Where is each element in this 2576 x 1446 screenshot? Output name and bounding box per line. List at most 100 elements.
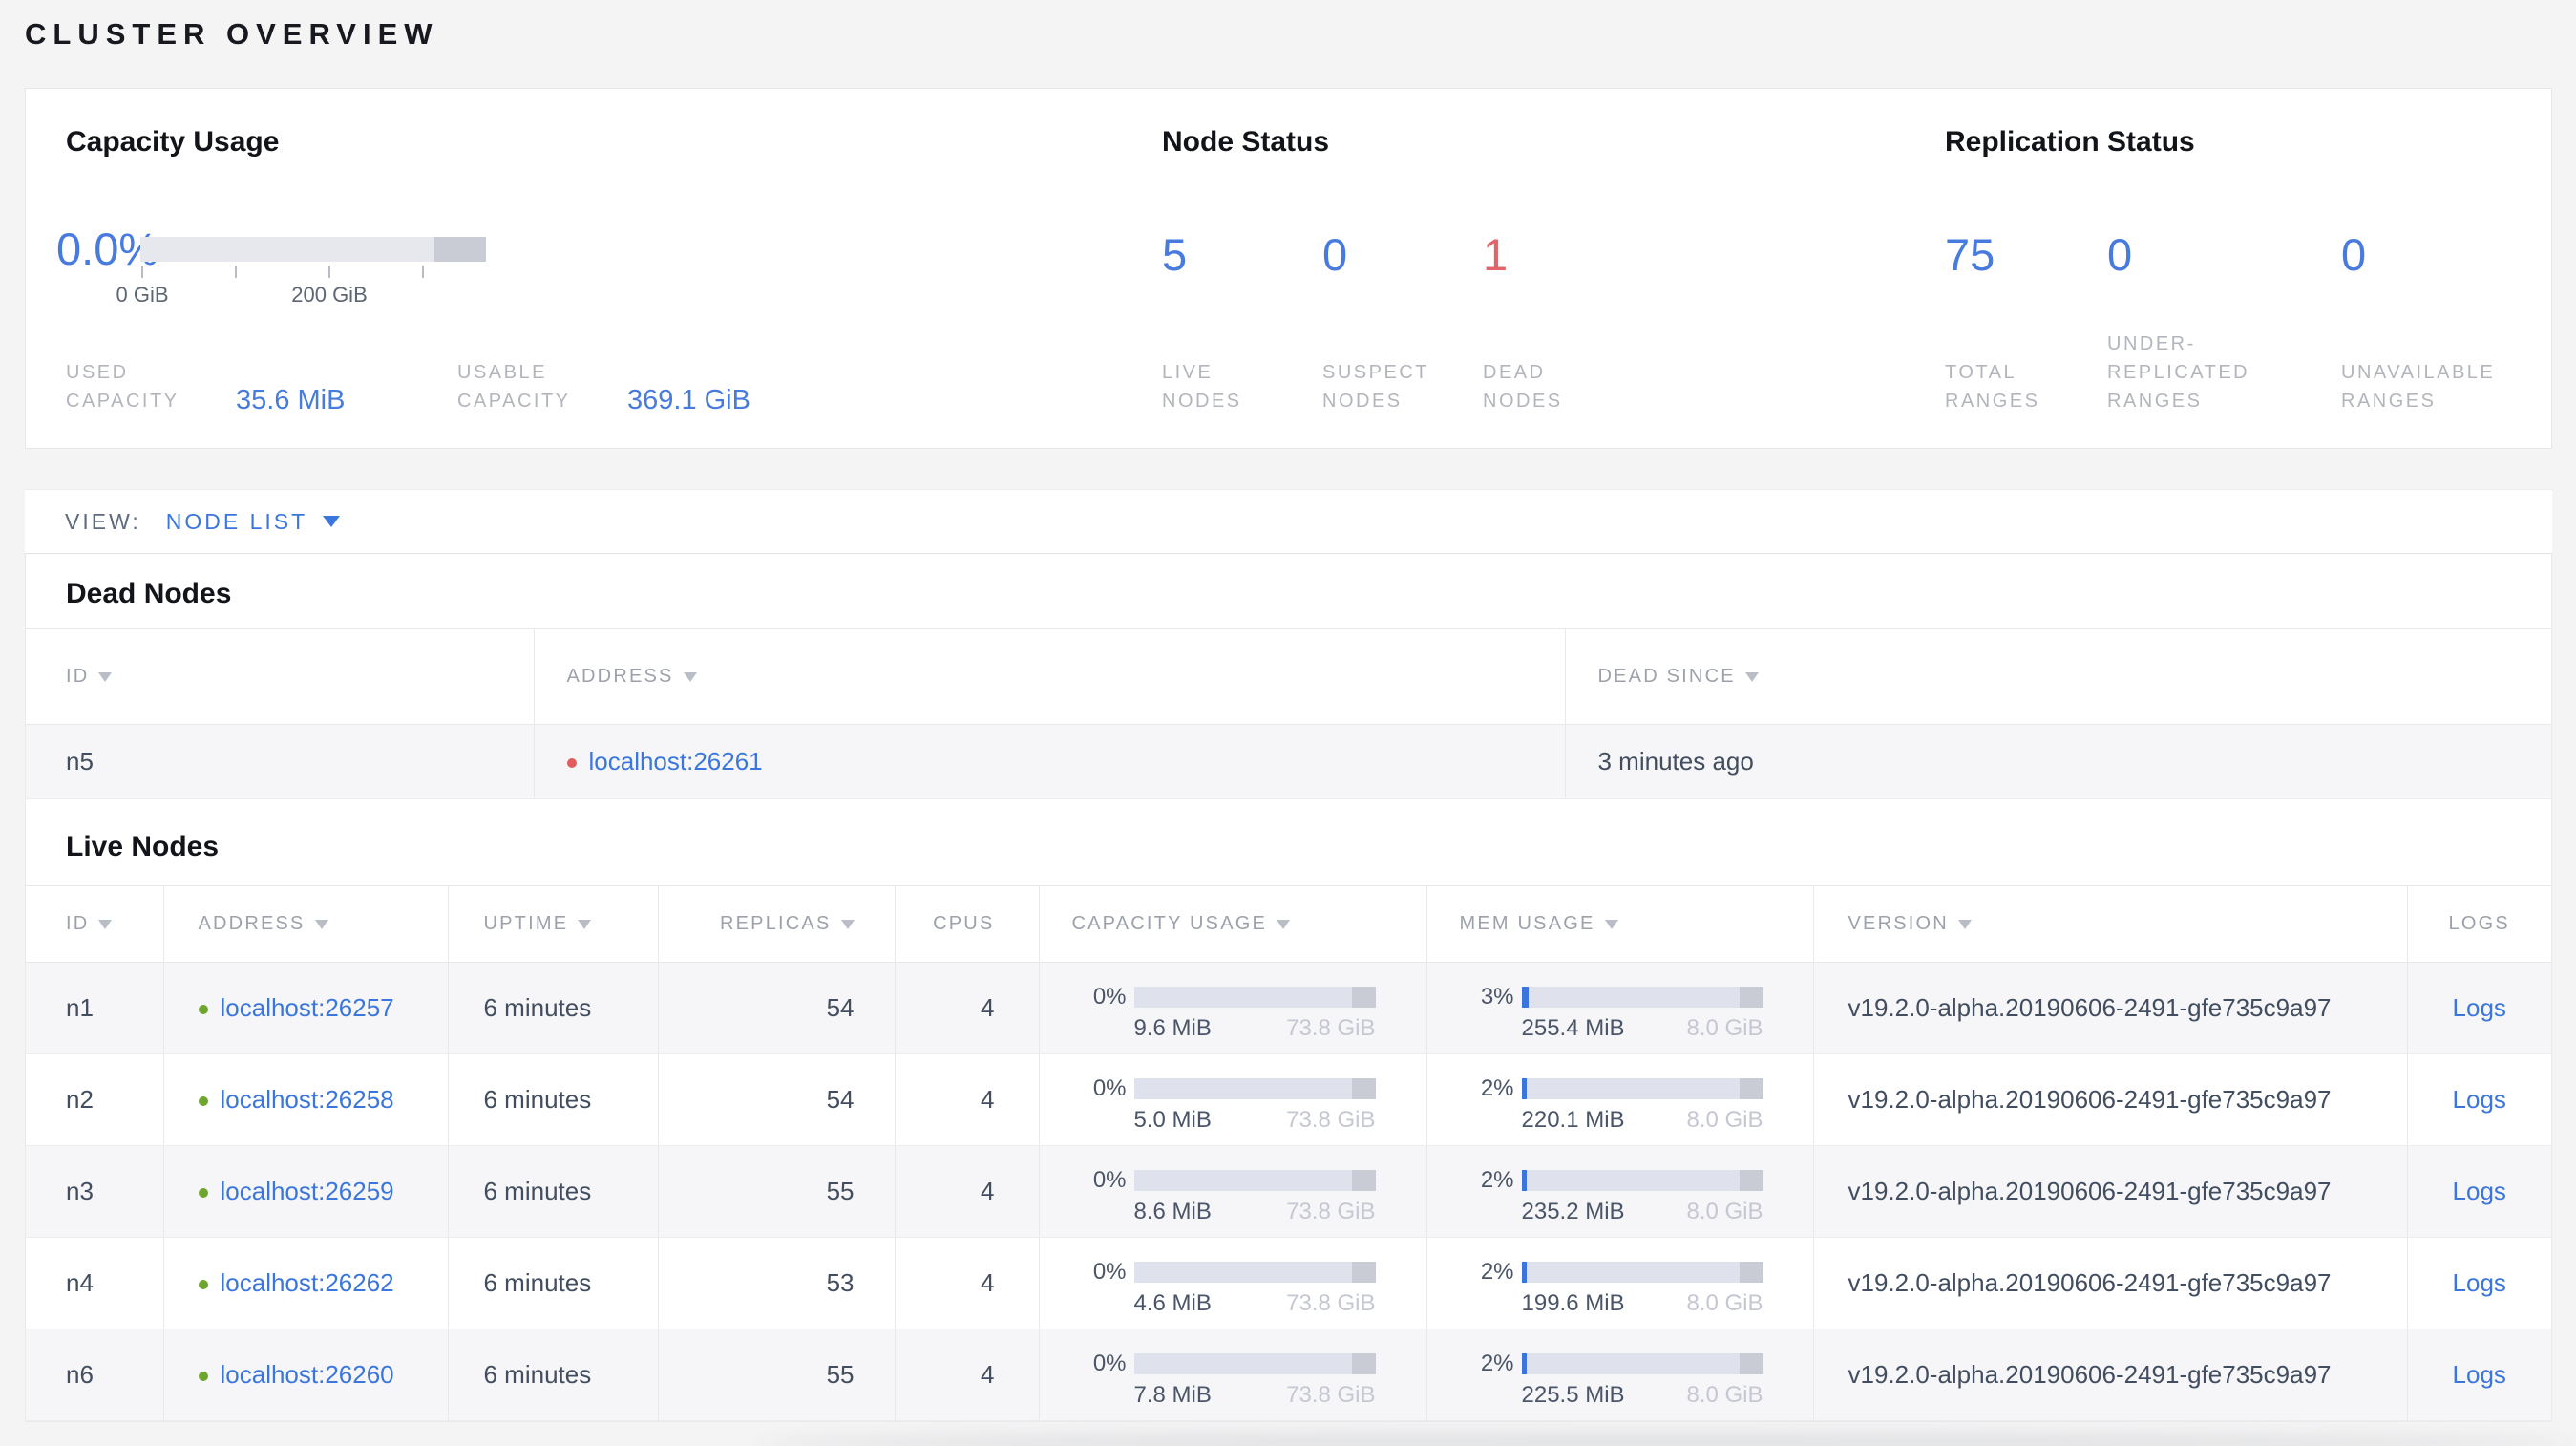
cpus-cell: 4 xyxy=(894,1237,1039,1329)
mem-bar xyxy=(1521,1261,1763,1283)
cpus-cell: 4 xyxy=(894,1053,1039,1146)
capacity-used-value: 8.6 MiB xyxy=(1133,1198,1212,1224)
dead-nodes-label: DEAD NODES xyxy=(1483,362,1563,412)
node-id-cell: n2 xyxy=(26,1053,163,1146)
node-id-cell: n3 xyxy=(26,1145,163,1238)
node-address-link[interactable]: localhost:26260 xyxy=(221,1360,394,1389)
view-dropdown[interactable]: NODE LIST xyxy=(166,509,341,535)
dead-col-address[interactable]: ADDRESS xyxy=(533,628,1565,725)
logs-link[interactable]: Logs xyxy=(2453,1177,2506,1205)
mem-total-value: 8.0 GiB xyxy=(1686,1289,1763,1316)
logs-cell: Logs xyxy=(2406,1145,2551,1238)
dead-col-id[interactable]: ID xyxy=(26,628,534,725)
mem-used-value: 225.5 MiB xyxy=(1521,1381,1625,1408)
sort-arrow-icon xyxy=(98,920,113,929)
logs-link[interactable]: Logs xyxy=(2453,1360,2506,1389)
logs-link[interactable]: Logs xyxy=(2453,993,2506,1022)
used-capacity-label: USED CAPACITY xyxy=(66,362,179,412)
capacity-axis: 0 GiB 200 GiB xyxy=(116,262,486,307)
replication-status-title: Replication Status xyxy=(1945,126,2195,158)
capacity-total-value: 73.8 GiB xyxy=(1286,1014,1376,1041)
live-col-version[interactable]: VERSION xyxy=(1812,885,2407,963)
logs-cell: Logs xyxy=(2406,1237,2551,1329)
table-row: n3 localhost:26259 6 minutes 55 4 0% 8.6… xyxy=(26,1145,2551,1238)
under-replicated-ranges-metric: 0 UNDER-REPLICATED RANGES xyxy=(2107,161,2341,415)
live-col-id[interactable]: ID xyxy=(26,885,163,963)
node-address-link[interactable]: localhost:26259 xyxy=(221,1177,394,1205)
capacity-usage-cell: 0% 9.6 MiB 73.8 GiB xyxy=(1038,962,1426,1054)
node-address-link[interactable]: localhost:26262 xyxy=(221,1268,394,1297)
table-row: n2 localhost:26258 6 minutes 54 4 0% 5.0… xyxy=(26,1053,2551,1146)
axis-tick xyxy=(141,266,143,278)
cpus-cell: 4 xyxy=(894,962,1039,1054)
live-col-address[interactable]: ADDRESS xyxy=(162,885,448,963)
mem-bar xyxy=(1521,1169,1763,1191)
axis-tick xyxy=(422,266,424,278)
cpus-cell: 4 xyxy=(894,1145,1039,1238)
node-address-link[interactable]: localhost:26258 xyxy=(221,1085,394,1114)
node-address-cell: localhost:26260 xyxy=(162,1329,448,1421)
live-col-capacity-usage[interactable]: CAPACITY USAGE xyxy=(1038,885,1426,963)
replicas-cell: 54 xyxy=(657,962,895,1054)
capacity-used-value: 9.6 MiB xyxy=(1133,1014,1212,1041)
mem-usage-cell: 2% 235.2 MiB 8.0 GiB xyxy=(1425,1145,1813,1238)
mem-total-value: 8.0 GiB xyxy=(1686,1198,1763,1224)
capacity-total-value: 73.8 GiB xyxy=(1286,1381,1376,1408)
total-ranges-metric: 75 TOTAL RANGES xyxy=(1945,161,2107,415)
capacity-used-value: 7.8 MiB xyxy=(1133,1381,1212,1408)
live-status-dot-icon xyxy=(198,1005,208,1014)
node-address-link[interactable]: localhost:26257 xyxy=(221,993,394,1022)
live-nodes-count: 5 xyxy=(1162,229,1188,280)
usable-capacity-label: USABLE CAPACITY xyxy=(457,362,571,412)
used-capacity-stat: USED CAPACITY 35.6 MiB xyxy=(66,358,457,415)
node-address-cell: localhost:26257 xyxy=(162,962,448,1054)
table-row: n5 localhost:26261 3 minutes ago xyxy=(26,724,2551,799)
suspect-nodes-count: 0 xyxy=(1322,229,1348,280)
live-col-mem-usage[interactable]: MEM USAGE xyxy=(1425,885,1813,963)
mem-bar xyxy=(1521,986,1763,1008)
table-header-row: ID ADDRESS DEAD SINCE xyxy=(26,628,2551,725)
mem-usage-cell: 2% 220.1 MiB 8.0 GiB xyxy=(1425,1053,1813,1146)
live-col-replicas[interactable]: REPLICAS xyxy=(657,885,895,963)
capacity-percent: 0% xyxy=(1092,1074,1127,1101)
logs-cell: Logs xyxy=(2406,962,2551,1054)
summary-card: Capacity Usage 0.0% 0 GiB 200 GiB USED C… xyxy=(25,88,2552,449)
logs-link[interactable]: Logs xyxy=(2453,1268,2506,1297)
axis-tick-label: 0 GiB xyxy=(116,283,169,307)
capacity-percent: 0% xyxy=(1092,1258,1127,1285)
usable-capacity-value: 369.1 GiB xyxy=(627,385,750,415)
dead-nodes-count: 1 xyxy=(1483,229,1509,280)
live-status-dot-icon xyxy=(198,1372,208,1381)
chevron-down-icon xyxy=(323,516,341,527)
unavailable-ranges-label: UNAVAILABLE RANGES xyxy=(2341,362,2496,412)
scroll-shadow xyxy=(754,1433,2576,1446)
node-address-cell: localhost:26262 xyxy=(162,1237,448,1329)
uptime-cell: 6 minutes xyxy=(447,1145,658,1238)
usable-capacity-stat: USABLE CAPACITY 369.1 GiB xyxy=(457,358,750,415)
logs-cell: Logs xyxy=(2406,1329,2551,1421)
node-address-cell: localhost:26261 xyxy=(533,724,1565,799)
capacity-usage-cell: 0% 5.0 MiB 73.8 GiB xyxy=(1038,1053,1426,1146)
dead-col-dead-since[interactable]: DEAD SINCE xyxy=(1564,628,2551,725)
version-cell: v19.2.0-alpha.20190606-2491-gfe735c9a97 xyxy=(1812,1329,2407,1421)
mem-usage-cell: 2% 225.5 MiB 8.0 GiB xyxy=(1425,1329,1813,1421)
capacity-percent: 0% xyxy=(1092,1166,1127,1193)
mem-bar xyxy=(1521,1077,1763,1099)
nodes-panel: Dead Nodes ID ADDRESS DEAD SINCE n5 loca… xyxy=(25,554,2552,1422)
mem-percent: 2% xyxy=(1480,1350,1514,1376)
live-col-uptime[interactable]: UPTIME xyxy=(447,885,658,963)
capacity-bar xyxy=(1133,1169,1376,1191)
logs-link[interactable]: Logs xyxy=(2453,1085,2506,1114)
uptime-cell: 6 minutes xyxy=(447,1053,658,1146)
view-dropdown-value[interactable]: NODE LIST xyxy=(166,509,307,535)
dead-since-cell: 3 minutes ago xyxy=(1564,724,2551,799)
live-status-dot-icon xyxy=(198,1188,208,1198)
replication-status-section: Replication Status 75 TOTAL RANGES 0 UND… xyxy=(1945,123,2537,415)
page-title: CLUSTER OVERVIEW xyxy=(25,17,439,51)
node-address-cell: localhost:26258 xyxy=(162,1053,448,1146)
node-status-title: Node Status xyxy=(1162,126,1330,158)
mem-used-value: 255.4 MiB xyxy=(1521,1014,1625,1041)
mem-usage-cell: 2% 199.6 MiB 8.0 GiB xyxy=(1425,1237,1813,1329)
node-status-section: Node Status 5 LIVE NODES 0 SUSPECT NODES… xyxy=(1162,123,1888,415)
node-address-link[interactable]: localhost:26261 xyxy=(589,747,763,776)
